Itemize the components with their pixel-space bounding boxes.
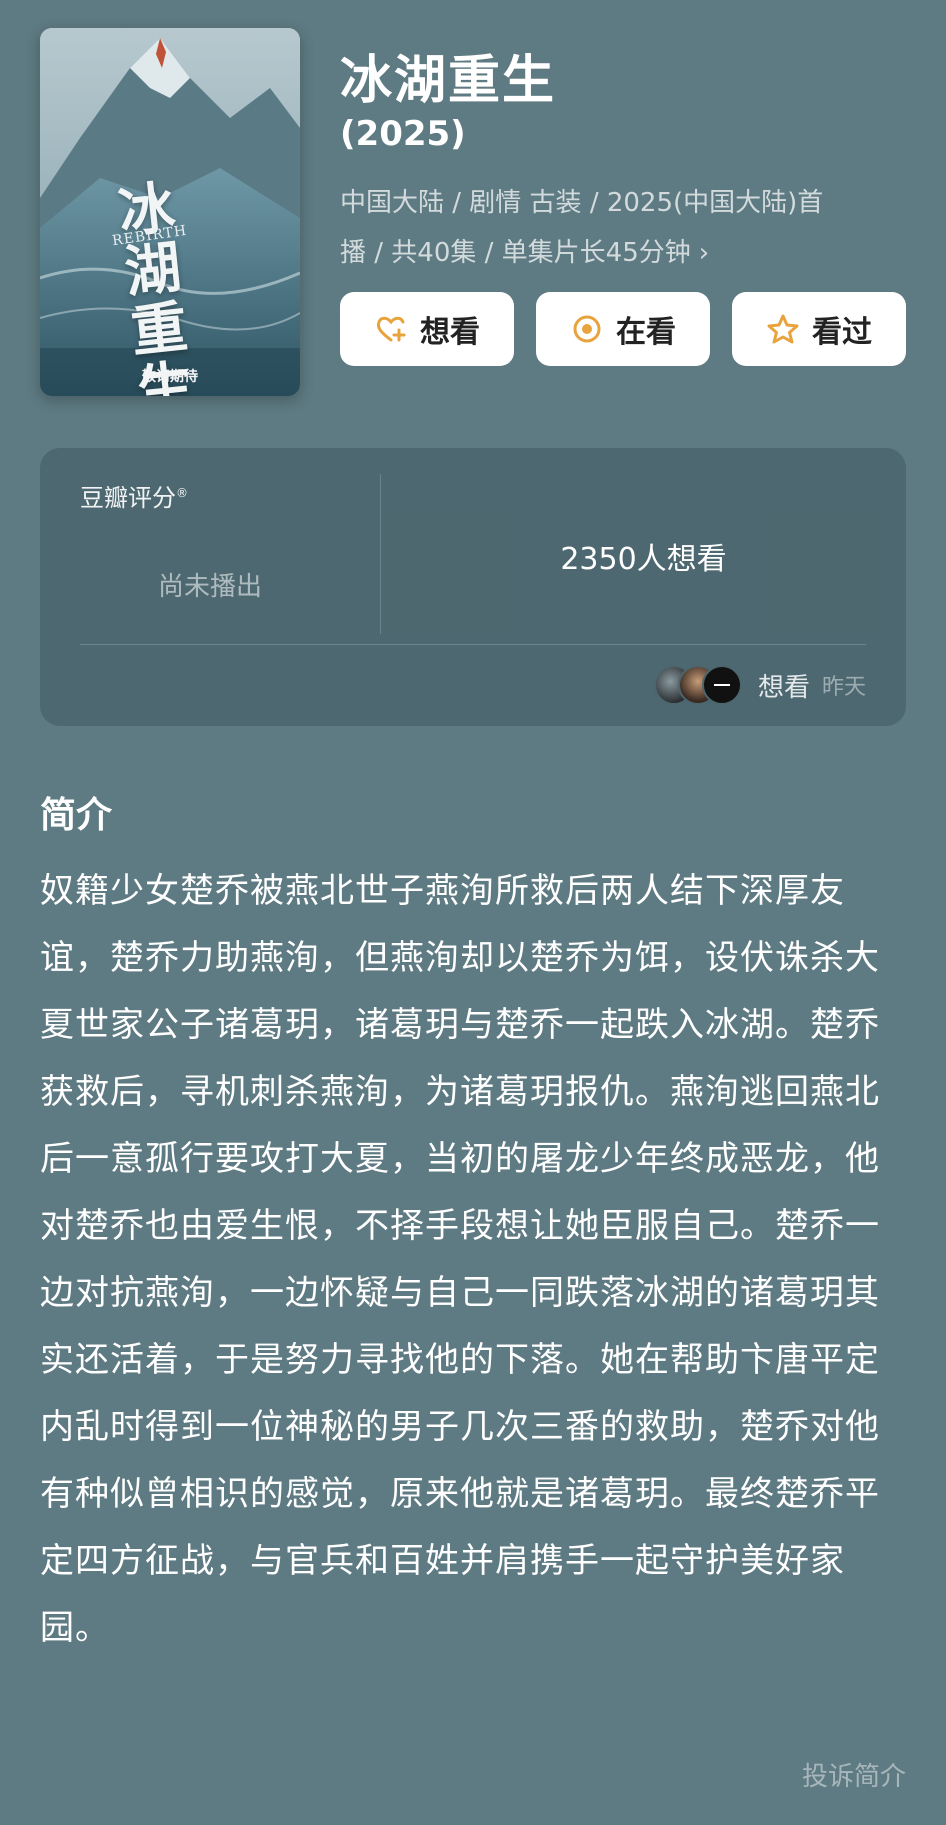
rating-label-text: 豆瓣评分 — [80, 484, 176, 512]
star-outline-icon — [766, 312, 800, 346]
registered-mark: ® — [176, 486, 188, 500]
release-year: (2025) — [340, 114, 466, 154]
avatar — [701, 665, 742, 705]
target-circle-icon — [570, 312, 604, 346]
avatar-group — [653, 665, 746, 705]
friend-activity[interactable]: 想看 昨天 — [653, 664, 866, 706]
movie-detail-page: 冰湖重生 REBIRTH 敬请期待 冰湖重生 (2025) 中国大陆 / 剧情 … — [0, 0, 946, 1825]
report-synopsis-link[interactable]: 投诉简介 — [802, 1756, 906, 1793]
synopsis-title: 简介 — [40, 795, 113, 836]
activity-label: 想看 — [757, 672, 810, 703]
rating-status: 尚未播出 — [157, 572, 262, 602]
rating-panel: 豆瓣评分® 尚未播出 2350人想看 想看 昨天 — [40, 448, 906, 726]
divider — [80, 644, 866, 645]
heart-plus-icon — [374, 312, 408, 346]
chevron-right-icon: › — [698, 238, 710, 268]
watched-button[interactable]: 看过 — [732, 292, 906, 366]
watching-button[interactable]: 在看 — [536, 292, 710, 366]
meta-line-2: 播 / 共40集 / 单集片长45分钟 — [340, 238, 691, 268]
synopsis-text: 奴籍少女楚乔被燕北世子燕洵所救后两人结下深厚友谊，楚乔力助燕洵，但燕洵却以楚乔为… — [40, 871, 880, 1648]
poster-image[interactable]: 冰湖重生 REBIRTH 敬请期待 — [40, 28, 300, 396]
meta-line-1: 中国大陆 / 剧情 古装 / 2025(中国大陆)首 — [340, 188, 824, 218]
want-to-watch-button[interactable]: 想看 — [340, 292, 514, 366]
action-buttons: 想看 在看 看过 — [340, 292, 906, 366]
poster-tagline: 敬请期待 — [142, 369, 198, 385]
want-to-watch-label: 想看 — [420, 315, 480, 350]
activity-time: 昨天 — [821, 675, 866, 700]
want-count[interactable]: 2350人想看 — [381, 534, 906, 578]
watching-label: 在看 — [616, 315, 676, 350]
douban-rating-label: 豆瓣评分® — [80, 478, 188, 513]
watched-label: 看过 — [812, 315, 872, 350]
meta-info[interactable]: 中国大陆 / 剧情 古装 / 2025(中国大陆)首 播 / 共40集 / 单集… — [340, 178, 900, 278]
page-title: 冰湖重生 — [340, 51, 557, 111]
